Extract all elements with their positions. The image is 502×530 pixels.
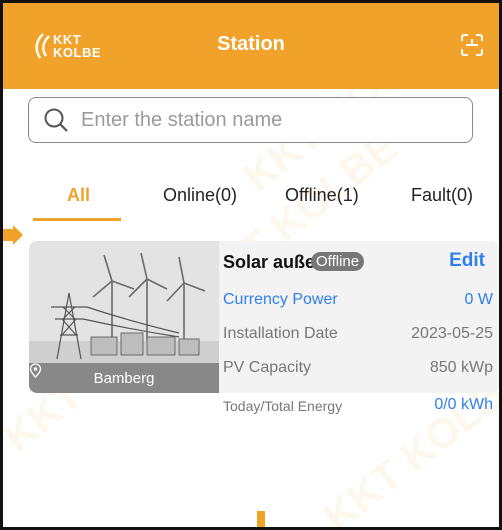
tab-all[interactable]: All: [67, 185, 90, 206]
station-card[interactable]: Bamberg Solar außen Offline Edit Currenc…: [29, 241, 499, 393]
info-label: Currency Power: [223, 291, 338, 308]
info-value: 0/0 kWh: [434, 396, 493, 413]
location-pin-icon: [29, 363, 42, 378]
info-label: PV Capacity: [223, 359, 312, 376]
arrow-indicator: [257, 511, 265, 527]
scan-icon[interactable]: [460, 33, 484, 57]
search-box[interactable]: [28, 97, 473, 143]
edit-button[interactable]: Edit: [449, 250, 485, 272]
info-value: 850 kWp: [429, 359, 493, 376]
station-image: Bamberg: [29, 241, 219, 393]
info-value: 2023-05-25: [411, 325, 493, 342]
active-tab-indicator: [33, 218, 121, 221]
status-badge: Offline: [311, 252, 365, 271]
arrow-pointer-icon: [3, 225, 23, 245]
info-label: Today/Total Energy: [223, 398, 343, 414]
location-label: Bamberg: [93, 369, 155, 387]
search-icon: [44, 108, 68, 132]
location-bar: Bamberg: [29, 363, 219, 393]
page-title: Station: [217, 33, 285, 55]
info-value: 0 W: [464, 291, 493, 308]
app-header: KKT KOLBE Station: [3, 3, 499, 89]
info-label: Installation Date: [223, 325, 338, 342]
app-frame: KKT KOLBE KKT KOLBE KKT KOLBE KKT KOLBE …: [0, 0, 502, 530]
tab-offline[interactable]: Offline(1): [285, 185, 359, 206]
tab-fault[interactable]: Fault(0): [411, 185, 473, 206]
status-tabs: All Online(0) Offline(1) Fault(0): [3, 173, 499, 223]
search-input[interactable]: [81, 108, 441, 132]
tab-online[interactable]: Online(0): [163, 185, 237, 206]
